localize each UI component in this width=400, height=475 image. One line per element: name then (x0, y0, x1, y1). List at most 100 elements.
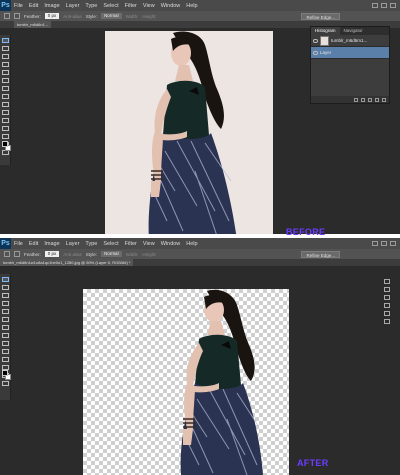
after-label: AFTER (297, 458, 329, 468)
clone-stamp-icon[interactable] (2, 341, 9, 346)
anti-alias-checkbox[interactable]: Anti-alias (63, 14, 82, 19)
brush-tool-icon[interactable] (2, 94, 9, 99)
layer-row-selected[interactable]: Layer (311, 47, 389, 59)
magic-wand-icon[interactable] (2, 62, 9, 67)
menu-filter[interactable]: Filter (125, 3, 137, 9)
minimize-icon[interactable] (372, 3, 378, 8)
eyedropper-icon[interactable] (2, 78, 9, 83)
rectangular-marquee-icon[interactable] (2, 277, 9, 282)
rectangular-marquee-icon[interactable] (2, 38, 9, 43)
menu-file[interactable]: File (14, 241, 23, 247)
menu-edit[interactable]: Edit (29, 3, 38, 9)
marquee-tool-icon[interactable] (4, 251, 10, 257)
refine-edge-button[interactable]: Refine Edge... (301, 12, 340, 20)
lasso-tool-icon[interactable] (2, 54, 9, 59)
menu-view[interactable]: View (143, 241, 155, 247)
history-panel-icon[interactable] (384, 287, 390, 292)
marquee-tool-icon[interactable] (4, 13, 10, 19)
menu-edit[interactable]: Edit (29, 241, 38, 247)
crop-tool-icon[interactable] (2, 309, 9, 314)
minimize-icon[interactable] (372, 241, 378, 246)
channels-panel-icon[interactable] (384, 295, 390, 300)
magic-wand-icon[interactable] (2, 301, 9, 306)
feather-label: Feather: (24, 251, 41, 257)
menu-help[interactable]: Help (186, 3, 197, 9)
document-tab[interactable]: tumblr_m6d6n1... (14, 21, 52, 28)
styles-panel-icon[interactable] (384, 319, 390, 324)
menu-type[interactable]: Type (85, 3, 97, 9)
photoshop-window-before: Ps File Edit Image Layer Type Select Fil… (0, 0, 400, 234)
menu-view[interactable]: View (143, 3, 155, 9)
eye-icon[interactable] (313, 38, 318, 43)
menu-select[interactable]: Select (103, 3, 118, 9)
close-icon[interactable] (390, 241, 396, 246)
layers-panel-icon[interactable] (384, 279, 390, 284)
tab-histogram[interactable]: Histogram (311, 27, 340, 35)
foreground-color-swatch[interactable] (2, 370, 8, 376)
anti-alias-checkbox[interactable]: Anti-alias (63, 252, 82, 257)
layer-row[interactable]: tumblr_m6d6m1... (311, 35, 389, 47)
adjustments-panel-icon[interactable] (384, 311, 390, 316)
add-mask-icon[interactable] (361, 97, 365, 102)
trash-icon[interactable] (382, 97, 386, 102)
clone-stamp-icon[interactable] (2, 102, 9, 107)
lasso-tool-icon[interactable] (2, 293, 9, 298)
paths-panel-icon[interactable] (384, 303, 390, 308)
healing-brush-icon[interactable] (2, 325, 9, 330)
menu-filter[interactable]: Filter (125, 241, 137, 247)
healing-brush-icon[interactable] (2, 86, 9, 91)
eraser-icon[interactable] (2, 118, 9, 123)
tools-panel (0, 35, 11, 165)
type-tool-icon[interactable] (2, 381, 9, 386)
crop-tool-icon[interactable] (2, 70, 9, 75)
gradient-tool-icon[interactable] (2, 126, 9, 131)
eyedropper-icon[interactable] (2, 317, 9, 322)
feather-label: Feather: (24, 13, 41, 19)
feather-input[interactable]: 0 px (44, 13, 60, 19)
foreground-color-swatch[interactable] (2, 141, 8, 147)
canvas-after[interactable] (83, 289, 289, 475)
refine-edge-button[interactable]: Refine Edge... (301, 250, 340, 258)
history-brush-icon[interactable] (2, 110, 9, 115)
style-label: Style: (85, 251, 98, 257)
eraser-icon[interactable] (2, 357, 9, 362)
move-tool-icon[interactable] (2, 285, 9, 290)
pen-tool-icon[interactable] (2, 134, 9, 139)
link-layers-icon[interactable] (354, 97, 358, 102)
maximize-icon[interactable] (381, 241, 387, 246)
new-layer-icon[interactable] (375, 97, 379, 102)
collapsed-panels-strip (383, 276, 392, 327)
layers-panel: Histogram Navigator tumblr_m6d6m1... Lay… (310, 26, 390, 104)
brush-tool-icon[interactable] (2, 333, 9, 338)
menu-window[interactable]: Window (161, 241, 181, 247)
close-icon[interactable] (390, 3, 396, 8)
feather-input[interactable]: 0 px (44, 251, 60, 257)
layer-name: tumblr_m6d6m1... (331, 38, 368, 43)
maximize-icon[interactable] (381, 3, 387, 8)
history-brush-icon[interactable] (2, 349, 9, 354)
layers-panel-footer (311, 96, 389, 103)
menu-select[interactable]: Select (103, 241, 118, 247)
new-selection-icon[interactable] (14, 251, 20, 257)
menu-layer[interactable]: Layer (66, 3, 80, 9)
canvas-before[interactable] (105, 31, 273, 234)
move-tool-icon[interactable] (2, 46, 9, 51)
new-group-icon[interactable] (368, 97, 372, 102)
menu-bar: Ps File Edit Image Layer Type Select Fil… (0, 238, 400, 249)
menu-help[interactable]: Help (186, 241, 197, 247)
style-select[interactable]: Normal (101, 251, 122, 257)
menu-type[interactable]: Type (85, 241, 97, 247)
menu-file[interactable]: File (14, 3, 23, 9)
menu-items: File Edit Image Layer Type Select Filter… (14, 3, 204, 9)
menu-image[interactable]: Image (44, 241, 59, 247)
width-label: Width: (125, 251, 139, 257)
tab-navigator[interactable]: Navigator (340, 27, 367, 35)
menu-window[interactable]: Window (161, 3, 181, 9)
document-tab[interactable]: tumblr_m6d6n1w1o8a1qc1he0o1_1280.jpg @ 5… (0, 259, 134, 266)
window-controls (372, 241, 396, 246)
menu-image[interactable]: Image (44, 3, 59, 9)
eye-icon[interactable] (313, 50, 318, 55)
menu-layer[interactable]: Layer (66, 241, 80, 247)
new-selection-icon[interactable] (14, 13, 20, 19)
style-select[interactable]: Normal (101, 13, 122, 19)
